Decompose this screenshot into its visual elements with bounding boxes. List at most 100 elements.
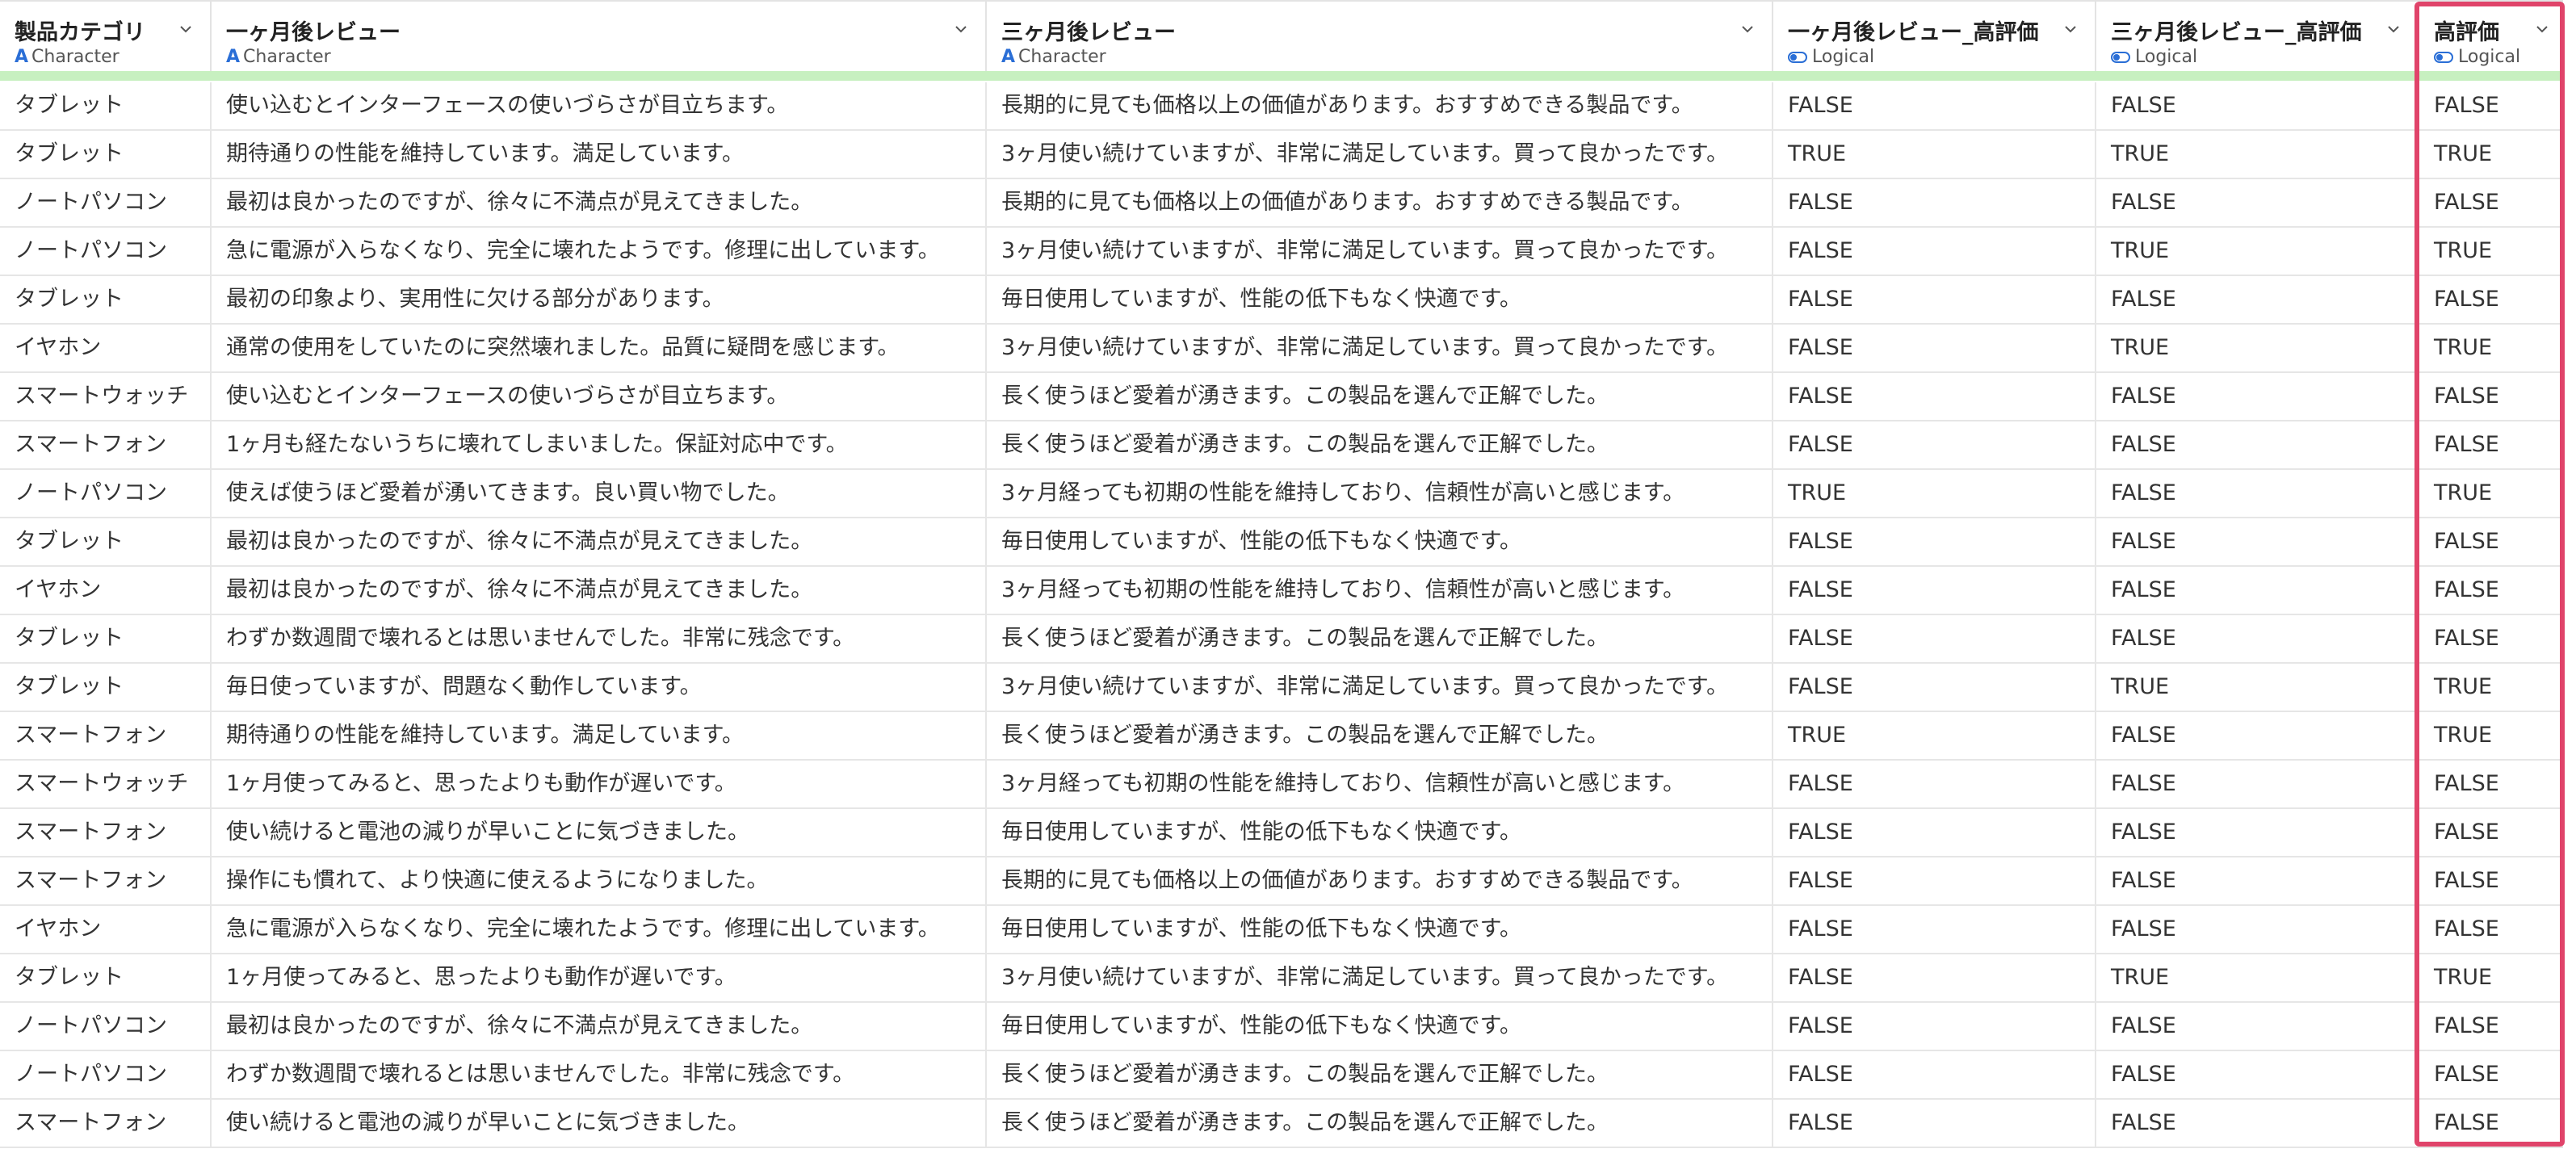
table-cell[interactable]: FALSE xyxy=(2096,470,2419,517)
table-cell[interactable]: イヤホン xyxy=(0,567,212,614)
table-cell[interactable]: 毎日使用していますが、性能の低下もなく快適です。 xyxy=(987,809,1773,856)
table-cell[interactable]: FALSE xyxy=(2096,761,2419,807)
table-cell[interactable]: 最初は良かったのですが、徐々に不満点が見えてきました。 xyxy=(212,567,987,614)
table-cell[interactable]: TRUE xyxy=(1773,712,2096,759)
table-cell[interactable]: 使い続けると電池の減りが早いことに気づきました。 xyxy=(212,1100,987,1147)
table-cell[interactable]: 3ヶ月使い続けていますが、非常に満足しています。買って良かったです。 xyxy=(987,325,1773,371)
column-header-high-rating-3month[interactable]: 三ヶ月後レビュー_高評価 Logical xyxy=(2096,2,2419,73)
chevron-down-icon[interactable] xyxy=(2387,23,2400,36)
table-cell[interactable]: 毎日使っていますが、問題なく動作しています。 xyxy=(212,664,987,711)
table-cell[interactable]: FALSE xyxy=(2096,82,2419,129)
table-cell[interactable]: 使えば使うほど愛着が湧いてきます。良い買い物でした。 xyxy=(212,470,987,517)
table-cell[interactable]: タブレット xyxy=(0,276,212,323)
table-cell[interactable]: 毎日使用していますが、性能の低下もなく快適です。 xyxy=(987,518,1773,565)
table-cell[interactable]: TRUE xyxy=(2096,954,2419,1001)
table-cell[interactable]: ノートパソコン xyxy=(0,470,212,517)
table-cell[interactable]: FALSE xyxy=(2419,567,2563,614)
table-cell[interactable]: 長期的に見ても価格以上の価値があります。おすすめできる製品です。 xyxy=(987,179,1773,226)
table-cell[interactable]: 操作にも慣れて、より快適に使えるようになりました。 xyxy=(212,857,987,904)
table-cell[interactable]: 長く使うほど愛着が湧きます。この製品を選んで正解でした。 xyxy=(987,712,1773,759)
table-cell[interactable]: タブレット xyxy=(0,82,212,129)
table-cell[interactable]: 長く使うほど愛着が湧きます。この製品を選んで正解でした。 xyxy=(987,1100,1773,1147)
column-header-review-3month[interactable]: 三ヶ月後レビュー A Character xyxy=(987,2,1773,73)
table-cell[interactable]: タブレット xyxy=(0,518,212,565)
table-cell[interactable]: TRUE xyxy=(1773,470,2096,517)
table-cell[interactable]: FALSE xyxy=(2419,857,2563,904)
table-cell[interactable]: 通常の使用をしていたのに突然壊れました。品質に疑問を感じます。 xyxy=(212,325,987,371)
table-cell[interactable]: FALSE xyxy=(2096,421,2419,468)
column-header-high-rating-1month[interactable]: 一ヶ月後レビュー_高評価 Logical xyxy=(1773,2,2096,73)
table-cell[interactable]: FALSE xyxy=(2419,761,2563,807)
table-cell[interactable]: タブレット xyxy=(0,615,212,662)
table-cell[interactable]: FALSE xyxy=(2096,1003,2419,1050)
column-header-high-rating[interactable]: 高評価 Logical xyxy=(2419,2,2563,73)
table-cell[interactable]: FALSE xyxy=(1773,1003,2096,1050)
table-cell[interactable]: わずか数週間で壊れるとは思いませんでした。非常に残念です。 xyxy=(212,1051,987,1098)
table-cell[interactable]: FALSE xyxy=(1773,906,2096,953)
table-cell[interactable]: 毎日使用していますが、性能の低下もなく快適です。 xyxy=(987,906,1773,953)
table-cell[interactable]: FALSE xyxy=(2096,373,2419,420)
table-cell[interactable]: 長く使うほど愛着が湧きます。この製品を選んで正解でした。 xyxy=(987,421,1773,468)
table-cell[interactable]: 期待通りの性能を維持しています。満足しています。 xyxy=(212,712,987,759)
table-cell[interactable]: FALSE xyxy=(1773,1100,2096,1147)
chevron-down-icon[interactable] xyxy=(179,23,192,36)
table-cell[interactable]: FALSE xyxy=(2096,179,2419,226)
table-cell[interactable]: タブレット xyxy=(0,954,212,1001)
table-cell[interactable]: ノートパソコン xyxy=(0,228,212,275)
table-cell[interactable]: 3ヶ月経っても初期の性能を維持しており、信頼性が高いと感じます。 xyxy=(987,470,1773,517)
table-cell[interactable]: イヤホン xyxy=(0,906,212,953)
table-cell[interactable]: 最初の印象より、実用性に欠ける部分があります。 xyxy=(212,276,987,323)
table-cell[interactable]: 1ヶ月も経たないうちに壊れてしまいました。保証対応中です。 xyxy=(212,421,987,468)
table-cell[interactable]: ノートパソコン xyxy=(0,1003,212,1050)
table-cell[interactable]: FALSE xyxy=(2096,518,2419,565)
table-cell[interactable]: 毎日使用していますが、性能の低下もなく快適です。 xyxy=(987,1003,1773,1050)
table-cell[interactable]: FALSE xyxy=(1773,518,2096,565)
table-cell[interactable]: FALSE xyxy=(2096,809,2419,856)
table-cell[interactable]: TRUE xyxy=(2419,131,2563,178)
table-cell[interactable]: 最初は良かったのですが、徐々に不満点が見えてきました。 xyxy=(212,1003,987,1050)
table-cell[interactable]: スマートフォン xyxy=(0,712,212,759)
table-cell[interactable]: FALSE xyxy=(2096,712,2419,759)
table-cell[interactable]: FALSE xyxy=(1773,761,2096,807)
table-cell[interactable]: 使い続けると電池の減りが早いことに気づきました。 xyxy=(212,809,987,856)
table-cell[interactable]: FALSE xyxy=(1773,809,2096,856)
table-cell[interactable]: FALSE xyxy=(1773,664,2096,711)
table-cell[interactable]: 使い込むとインターフェースの使いづらさが目立ちます。 xyxy=(212,373,987,420)
table-cell[interactable]: FALSE xyxy=(2419,82,2563,129)
column-header-review-1month[interactable]: 一ヶ月後レビュー A Character xyxy=(212,2,987,73)
table-cell[interactable]: 長期的に見ても価格以上の価値があります。おすすめできる製品です。 xyxy=(987,857,1773,904)
table-cell[interactable]: FALSE xyxy=(2419,1003,2563,1050)
table-cell[interactable]: FALSE xyxy=(2419,276,2563,323)
table-cell[interactable]: FALSE xyxy=(2096,615,2419,662)
table-cell[interactable]: TRUE xyxy=(2419,664,2563,711)
table-cell[interactable]: ノートパソコン xyxy=(0,179,212,226)
table-cell[interactable]: TRUE xyxy=(2419,954,2563,1001)
table-cell[interactable]: FALSE xyxy=(2419,373,2563,420)
table-cell[interactable]: 使い込むとインターフェースの使いづらさが目立ちます。 xyxy=(212,82,987,129)
table-cell[interactable]: FALSE xyxy=(2096,1051,2419,1098)
table-cell[interactable]: FALSE xyxy=(1773,228,2096,275)
table-cell[interactable]: 長く使うほど愛着が湧きます。この製品を選んで正解でした。 xyxy=(987,615,1773,662)
table-cell[interactable]: 3ヶ月経っても初期の性能を維持しており、信頼性が高いと感じます。 xyxy=(987,567,1773,614)
table-cell[interactable]: TRUE xyxy=(2096,325,2419,371)
table-cell[interactable]: FALSE xyxy=(2419,809,2563,856)
table-cell[interactable]: TRUE xyxy=(2096,131,2419,178)
table-cell[interactable]: FALSE xyxy=(2419,179,2563,226)
table-cell[interactable]: FALSE xyxy=(2419,518,2563,565)
table-cell[interactable]: 毎日使用していますが、性能の低下もなく快適です。 xyxy=(987,276,1773,323)
chevron-down-icon[interactable] xyxy=(2064,23,2077,36)
chevron-down-icon[interactable] xyxy=(954,23,967,36)
table-cell[interactable]: 急に電源が入らなくなり、完全に壊れたようです。修理に出しています。 xyxy=(212,906,987,953)
table-cell[interactable]: FALSE xyxy=(1773,567,2096,614)
table-cell[interactable]: 3ヶ月使い続けていますが、非常に満足しています。買って良かったです。 xyxy=(987,954,1773,1001)
table-cell[interactable]: FALSE xyxy=(2096,857,2419,904)
table-cell[interactable]: 期待通りの性能を維持しています。満足しています。 xyxy=(212,131,987,178)
table-cell[interactable]: FALSE xyxy=(2096,1100,2419,1147)
table-cell[interactable]: FALSE xyxy=(2419,906,2563,953)
table-cell[interactable]: 1ヶ月使ってみると、思ったよりも動作が遅いです。 xyxy=(212,954,987,1001)
table-cell[interactable]: FALSE xyxy=(2419,421,2563,468)
table-cell[interactable]: スマートフォン xyxy=(0,1100,212,1147)
table-cell[interactable]: FALSE xyxy=(2096,276,2419,323)
table-cell[interactable]: TRUE xyxy=(1773,131,2096,178)
table-cell[interactable]: TRUE xyxy=(2096,664,2419,711)
